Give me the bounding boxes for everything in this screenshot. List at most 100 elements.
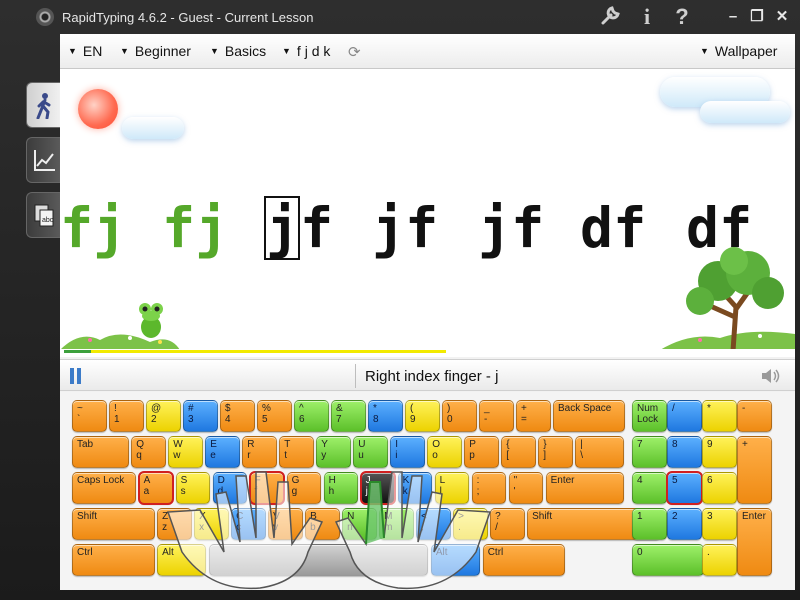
key--[interactable]: " ' (509, 472, 544, 504)
minimize-icon[interactable]: – (722, 6, 744, 28)
key-y[interactable]: Y y (316, 436, 351, 468)
key-e[interactable]: E e (205, 436, 240, 468)
key--[interactable]: & 7 (331, 400, 366, 432)
key-i[interactable]: I i (390, 436, 425, 468)
key-a[interactable]: A a (139, 472, 174, 504)
refresh-icon[interactable]: ⟳ (348, 43, 361, 61)
key-p[interactable]: P p (464, 436, 499, 468)
key-u[interactable]: U u (353, 436, 388, 468)
numpad-key-1[interactable]: 1 (632, 508, 667, 540)
speaker-icon[interactable] (760, 367, 782, 385)
numpad-key-5[interactable]: 5 (667, 472, 702, 504)
key-space[interactable] (209, 544, 429, 576)
key-tab[interactable]: Tab (72, 436, 129, 468)
numpad-key--[interactable]: * (702, 400, 737, 432)
key-j[interactable]: J j (361, 472, 396, 504)
help-icon[interactable]: ? (669, 4, 695, 30)
key-t[interactable]: T t (279, 436, 314, 468)
key--[interactable]: + = (516, 400, 551, 432)
numpad-key-8[interactable]: 8 (667, 436, 702, 468)
key-d[interactable]: D d (213, 472, 248, 504)
key--[interactable]: * 8 (368, 400, 403, 432)
key-o[interactable]: O o (427, 436, 462, 468)
key--[interactable]: @ 2 (146, 400, 181, 432)
key--[interactable]: ~ ` (72, 400, 107, 432)
current-word-rest: f (300, 193, 333, 263)
lesson-dropdown[interactable]: ▼f j d k (282, 43, 330, 59)
key--[interactable]: ) 0 (442, 400, 477, 432)
restore-icon[interactable]: ❐ (746, 6, 768, 28)
numpad-key-7[interactable]: 7 (632, 436, 667, 468)
numpad-key--[interactable]: . (702, 544, 737, 576)
numpad-key--[interactable]: - (737, 400, 772, 432)
chart-icon (33, 148, 57, 172)
numpad-key--[interactable]: + (737, 436, 772, 504)
sidebar-item-statistics[interactable] (26, 137, 60, 183)
key--[interactable]: > . (453, 508, 488, 540)
key-z[interactable]: Z z (157, 508, 192, 540)
level-dropdown[interactable]: ▼Beginner (120, 43, 191, 59)
key--[interactable]: < , (416, 508, 451, 540)
key-back-space[interactable]: Back Space (553, 400, 625, 432)
wallpaper-dropdown[interactable]: ▼Wallpaper (700, 43, 777, 59)
key--[interactable]: ( 9 (405, 400, 440, 432)
key--[interactable]: { [ (501, 436, 536, 468)
documents-icon: abc (33, 203, 57, 229)
numpad-key-num[interactable]: Num Lock (632, 400, 667, 432)
dropdown-arrow-icon: ▼ (210, 46, 219, 56)
key--[interactable]: # 3 (183, 400, 218, 432)
numpad-key-4[interactable]: 4 (632, 472, 667, 504)
numpad-key--[interactable]: / (667, 400, 702, 432)
course-dropdown[interactable]: ▼Basics (210, 43, 266, 59)
key-w[interactable]: W w (168, 436, 203, 468)
key-alt[interactable]: Alt (431, 544, 480, 576)
key--[interactable]: | \ (575, 436, 624, 468)
wrench-icon[interactable] (598, 4, 624, 30)
key-l[interactable]: L l (435, 472, 470, 504)
key--[interactable]: $ 4 (220, 400, 255, 432)
main-panel: ▼EN ▼Beginner ▼Basics ▼f j d k ⟳ ▼Wallpa… (60, 34, 795, 590)
numpad-key-2[interactable]: 2 (667, 508, 702, 540)
key-s[interactable]: S s (176, 472, 211, 504)
key-n[interactable]: N n (342, 508, 377, 540)
key-c[interactable]: C c (231, 508, 266, 540)
key-h[interactable]: H h (324, 472, 359, 504)
sidebar-item-lesson-editor[interactable]: abc (26, 192, 60, 238)
key--[interactable]: ? / (490, 508, 525, 540)
language-dropdown[interactable]: ▼EN (68, 43, 102, 59)
close-icon[interactable]: ✕ (771, 6, 793, 28)
tree-icon (678, 247, 788, 350)
key--[interactable]: _ - (479, 400, 514, 432)
title-bar: RapidTyping 4.6.2 - Guest - Current Less… (0, 0, 800, 34)
key--[interactable]: : ; (472, 472, 507, 504)
pause-icon[interactable] (70, 368, 82, 384)
key-r[interactable]: R r (242, 436, 277, 468)
key--[interactable]: ^ 6 (294, 400, 329, 432)
key-g[interactable]: G g (287, 472, 322, 504)
key--[interactable]: ! 1 (109, 400, 144, 432)
key-q[interactable]: Q q (131, 436, 166, 468)
numpad-key-3[interactable]: 3 (702, 508, 737, 540)
key--[interactable]: } ] (538, 436, 573, 468)
key-ctrl[interactable]: Ctrl (72, 544, 155, 576)
key-ctrl[interactable]: Ctrl (483, 544, 566, 576)
key--[interactable]: % 5 (257, 400, 292, 432)
numpad-key-enter[interactable]: Enter (737, 508, 772, 576)
key-shift[interactable]: Shift (72, 508, 155, 540)
numpad-key-9[interactable]: 9 (702, 436, 737, 468)
side-toolbar: abc (0, 34, 60, 600)
info-icon[interactable]: i (634, 4, 660, 30)
key-k[interactable]: K k (398, 472, 433, 504)
key-v[interactable]: V v (268, 508, 303, 540)
key-x[interactable]: X x (194, 508, 229, 540)
key-enter[interactable]: Enter (546, 472, 625, 504)
numpad-key-6[interactable]: 6 (702, 472, 737, 504)
key-b[interactable]: B b (305, 508, 340, 540)
sidebar-item-lesson[interactable] (26, 82, 60, 128)
key-caps-lock[interactable]: Caps Lock (72, 472, 136, 504)
key-f[interactable]: F f (250, 472, 285, 504)
key-m[interactable]: M m (379, 508, 414, 540)
key-alt[interactable]: Alt (157, 544, 206, 576)
lesson-toolbar: ▼EN ▼Beginner ▼Basics ▼f j d k ⟳ ▼Wallpa… (60, 34, 795, 69)
numpad-key-0[interactable]: 0 (632, 544, 704, 576)
